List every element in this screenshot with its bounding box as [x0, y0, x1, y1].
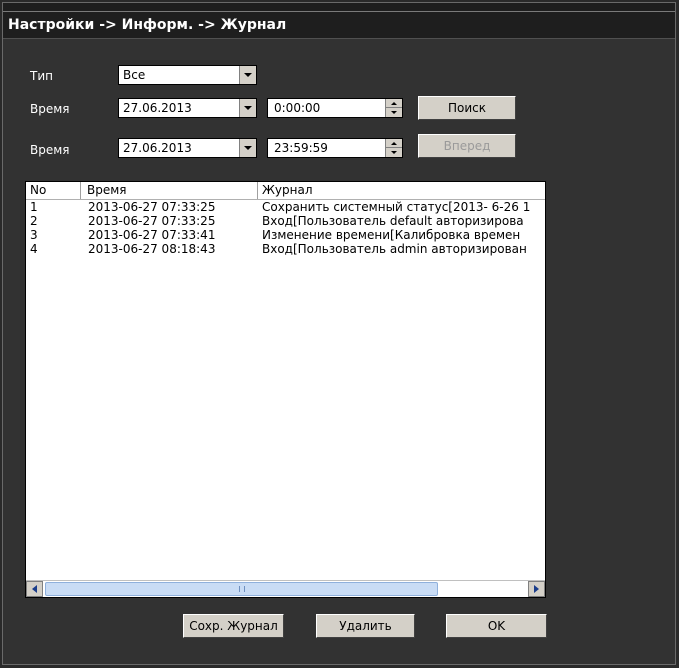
time-to-label: Время [30, 143, 70, 157]
title-bar: Настройки -> Информ. -> Журнал [3, 3, 675, 39]
cell-entry: Вход[Пользователь default авторизирова [262, 214, 524, 228]
table-row[interactable]: 4 2013-06-27 08:18:43 Вход[Пользователь … [26, 242, 545, 256]
horizontal-scrollbar[interactable] [26, 580, 545, 597]
column-header-no[interactable]: No [26, 182, 81, 199]
search-button[interactable]: Поиск [418, 96, 516, 120]
spin-up-icon[interactable] [386, 139, 402, 148]
time-from-value: 0:00:00 [274, 101, 321, 115]
scroll-thumb[interactable] [45, 582, 438, 596]
table-row[interactable]: 1 2013-06-27 07:33:25 Сохранить системны… [26, 200, 545, 214]
delete-button[interactable]: Удалить [316, 614, 415, 638]
log-table[interactable]: No Время Журнал 1 2013-06-27 07:33:25 Со… [25, 181, 546, 598]
column-header-time[interactable]: Время [81, 182, 258, 199]
cell-entry: Изменение времени[Калибровка времен [262, 228, 521, 242]
time-from-spinner[interactable]: 0:00:00 [267, 98, 403, 118]
spin-up-icon[interactable] [386, 99, 402, 108]
cell-time: 2013-06-27 08:18:43 [88, 242, 216, 256]
cell-time: 2013-06-27 07:33:41 [88, 228, 216, 242]
table-row[interactable]: 2 2013-06-27 07:33:25 Вход[Пользователь … [26, 214, 545, 228]
window-title: Настройки -> Информ. -> Журнал [8, 17, 287, 33]
grip-icon [238, 586, 245, 592]
forward-button[interactable]: Вперед [418, 134, 516, 158]
cell-time: 2013-06-27 07:33:25 [88, 200, 216, 214]
table-body: 1 2013-06-27 07:33:25 Сохранить системны… [26, 200, 545, 256]
chevron-down-icon[interactable] [239, 66, 256, 84]
date-from-select[interactable]: 27.06.2013 [118, 98, 257, 118]
date-to-select[interactable]: 27.06.2013 [118, 138, 257, 158]
time-from-label: Время [30, 102, 70, 116]
ok-button[interactable]: OK [446, 614, 547, 638]
save-log-button[interactable]: Сохр. Журнал [183, 614, 284, 638]
type-select-value: Все [123, 68, 146, 82]
table-row[interactable]: 3 2013-06-27 07:33:41 Изменение времени[… [26, 228, 545, 242]
cell-no: 3 [30, 228, 38, 242]
chevron-down-icon[interactable] [239, 99, 256, 117]
spin-down-icon[interactable] [386, 108, 402, 117]
scroll-left-icon[interactable] [26, 581, 43, 597]
chevron-down-icon[interactable] [239, 139, 256, 157]
column-header-log[interactable]: Журнал [258, 182, 545, 199]
table-header: No Время Журнал [26, 182, 545, 200]
spin-down-icon[interactable] [386, 148, 402, 157]
cell-no: 4 [30, 242, 38, 256]
type-label: Тип [30, 69, 53, 83]
log-window: Настройки -> Информ. -> Журнал Тип Все В… [2, 2, 676, 665]
cell-no: 1 [30, 200, 38, 214]
type-select[interactable]: Все [118, 65, 257, 85]
date-from-value: 27.06.2013 [123, 101, 192, 115]
time-to-value: 23:59:59 [274, 141, 328, 155]
cell-time: 2013-06-27 07:33:25 [88, 214, 216, 228]
date-to-value: 27.06.2013 [123, 141, 192, 155]
time-to-spinner[interactable]: 23:59:59 [267, 138, 403, 158]
cell-entry: Сохранить системный статус[2013- 6-26 1 [262, 200, 531, 214]
scroll-right-icon[interactable] [528, 581, 545, 597]
cell-entry: Вход[Пользователь admin авторизирован [262, 242, 527, 256]
title-divider [3, 11, 675, 12]
cell-no: 2 [30, 214, 38, 228]
